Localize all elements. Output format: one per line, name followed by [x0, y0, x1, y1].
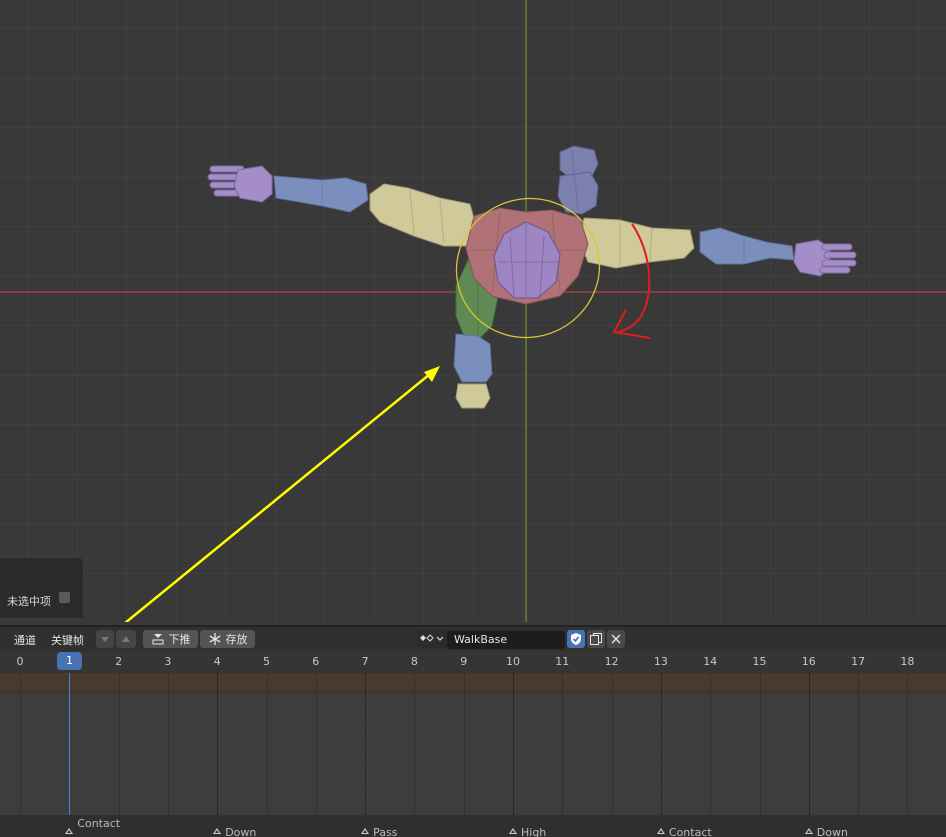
- frame-tick-label: 3: [164, 655, 172, 668]
- layer-down-button[interactable]: [96, 630, 114, 648]
- playhead-line[interactable]: [69, 673, 70, 815]
- marker-triangle-icon[interactable]: [213, 828, 222, 834]
- marker-line: [513, 673, 514, 815]
- action-name-field[interactable]: WalkBase: [447, 631, 565, 649]
- marker-label: Down: [225, 826, 257, 837]
- frame-grid-line: [315, 673, 317, 815]
- shield-icon: [571, 633, 581, 645]
- frame-tick-label: 6: [312, 655, 320, 668]
- marker-line: [365, 673, 367, 815]
- frame-grid-line: [611, 673, 613, 815]
- panel-option-label: 未选中项: [7, 595, 51, 608]
- frame-grid-line: [414, 673, 416, 815]
- frame-grid-line: [907, 673, 909, 815]
- close-icon: [611, 634, 621, 644]
- push-down-button[interactable]: 下推: [143, 630, 198, 648]
- summary-channel-divider: [0, 691, 946, 694]
- redo-panel: 未选中项: [0, 558, 83, 618]
- action-editor-header: 通道 关键帧 下推 存放 WalkBase: [0, 625, 946, 651]
- 3d-viewport[interactable]: 未选中项: [0, 0, 946, 622]
- marker-triangle-icon[interactable]: [361, 828, 370, 834]
- fake-user-button[interactable]: [567, 630, 585, 648]
- stash-button[interactable]: 存放: [200, 630, 255, 648]
- marker-triangle-icon[interactable]: [65, 828, 74, 834]
- action-icon: [420, 634, 444, 642]
- frame-tick-label: 5: [263, 655, 270, 668]
- marker-label: Pass: [373, 826, 398, 837]
- panel-option-checkbox[interactable]: [59, 592, 70, 603]
- marker-line: [217, 673, 219, 815]
- copy-icon: [590, 633, 602, 645]
- channel-menu[interactable]: 通道: [14, 632, 36, 648]
- action-browse-dropdown[interactable]: [417, 630, 447, 648]
- back-leg: [557, 145, 599, 215]
- marker-label: High: [521, 826, 547, 837]
- push-down-icon: [152, 634, 163, 645]
- frame-tick-label: 15: [752, 655, 767, 668]
- dopesheet-track-area[interactable]: Contact Down Pass High Contact Down: [0, 673, 946, 837]
- frame-tick-label: 11: [555, 655, 570, 668]
- frame-tick-label: 10: [506, 655, 520, 668]
- frame-tick-label: 14: [703, 655, 718, 668]
- marker-label: Down: [816, 826, 848, 837]
- push-down-label: 下推: [168, 633, 191, 646]
- frame-tick-label: 16: [801, 655, 816, 668]
- marker-triangle-icon[interactable]: [509, 828, 517, 834]
- frame-tick-label: 2: [115, 655, 123, 668]
- frame-grid-line: [167, 673, 169, 815]
- frame-grid-line: [858, 673, 860, 815]
- marker-line: [660, 673, 662, 815]
- summary-channel-row[interactable]: [0, 673, 946, 691]
- frame-ruler[interactable]: 0 2 3 4 5 6 7 8 9 10 11 12 13 14 15 16 17 18: [0, 651, 946, 673]
- frame-grid-line: [20, 673, 21, 815]
- frame-tick-label: 17: [851, 655, 866, 668]
- layer-up-button[interactable]: [116, 630, 136, 648]
- frame-grid-line: [463, 673, 465, 815]
- frame-tick-label: 13: [653, 655, 668, 668]
- frame-tick-label: 4: [213, 655, 221, 668]
- marker-triangle-icon[interactable]: [656, 828, 665, 834]
- frame-grid-line: [266, 673, 268, 815]
- keyframe-menu[interactable]: 关键帧: [51, 632, 84, 648]
- marker-label: Contact: [77, 817, 121, 830]
- marker-line: [808, 673, 810, 815]
- frame-grid-line: [562, 673, 564, 815]
- frame-tick-label: 0: [16, 655, 24, 668]
- unlink-action-button[interactable]: [607, 630, 625, 648]
- frame-tick-label: 7: [361, 655, 369, 668]
- frame-tick-label: 8: [410, 655, 418, 668]
- duplicate-action-button[interactable]: [587, 630, 605, 648]
- frame-tick-label: 18: [900, 655, 915, 668]
- stash-label: 存放: [225, 633, 248, 646]
- marker-triangle-icon[interactable]: [804, 828, 813, 834]
- frame-grid-line: [118, 673, 120, 815]
- snowflake-icon: [208, 633, 221, 645]
- frame-tick-label: 9: [460, 655, 468, 668]
- marker-label: Contact: [668, 826, 712, 837]
- frame-grid-line: [710, 673, 712, 815]
- frame-tick-label: 12: [604, 655, 619, 668]
- current-frame-indicator[interactable]: 1: [57, 652, 82, 670]
- frame-grid-line: [759, 673, 761, 815]
